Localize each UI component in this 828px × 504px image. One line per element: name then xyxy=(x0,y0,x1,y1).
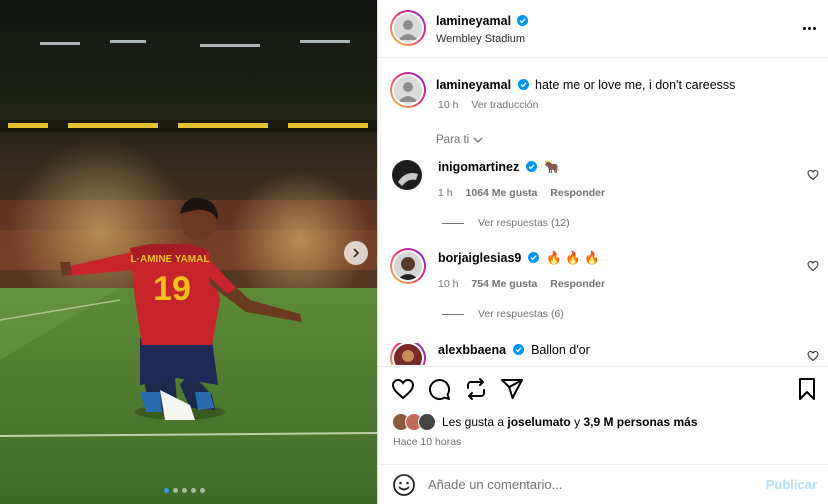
carousel-dot xyxy=(200,488,205,493)
add-comment-bar: Añade un comentario... Publicar xyxy=(378,464,828,504)
post-photo: L·AMINE YAMAL 19 xyxy=(0,0,377,504)
carousel-dot xyxy=(191,488,196,493)
verified-icon xyxy=(517,15,529,26)
emoji-icon[interactable] xyxy=(392,473,416,497)
instagram-post-view: L·AMINE YAMAL 19 lamineyamal Wembley Sta… xyxy=(0,0,828,504)
translate-link[interactable]: Ver traducción xyxy=(471,99,538,111)
comment-time[interactable]: 1 h xyxy=(438,187,453,199)
post-media[interactable]: L·AMINE YAMAL 19 xyxy=(0,0,377,504)
post-side-panel: lamineyamal Wembley Stadium lamineyamal xyxy=(377,0,828,504)
comment-sort-label: Para ti xyxy=(436,134,470,146)
likes-user[interactable]: joselumato xyxy=(507,415,570,429)
post-caption: lamineyamal hate me or love me, i don't … xyxy=(436,78,816,92)
comment-text: 🐂 xyxy=(544,160,560,174)
liker-avatars xyxy=(392,413,438,431)
heart-icon[interactable] xyxy=(807,260,819,272)
heart-icon[interactable] xyxy=(807,350,819,362)
likes-connector: y xyxy=(574,415,581,429)
author-avatar[interactable] xyxy=(390,10,426,46)
heart-icon[interactable] xyxy=(807,169,819,181)
default-avatar-icon xyxy=(394,76,422,104)
comment-likes[interactable]: 754 Me gusta xyxy=(471,278,537,290)
view-replies-label: Ver respuestas (12) xyxy=(478,217,570,229)
verified-icon xyxy=(517,79,529,90)
caption-username[interactable]: lamineyamal xyxy=(436,78,511,92)
carousel-next-button[interactable] xyxy=(344,241,368,265)
likes-summary[interactable]: Les gusta a joselumato y 3,9 M personas … xyxy=(392,413,698,431)
chevron-down-icon xyxy=(473,137,483,143)
posted-ago: Hace 10 horas xyxy=(393,436,462,448)
verified-icon xyxy=(527,252,539,263)
comment-input[interactable]: Añade un comentario... xyxy=(428,477,562,492)
view-replies-label: Ver respuestas (6) xyxy=(478,308,564,320)
caption-text: hate me or love me, i don't careesss xyxy=(535,78,736,92)
share-icon[interactable] xyxy=(464,377,488,401)
comment-sort-dropdown[interactable]: Para ti xyxy=(436,134,483,146)
heart-icon[interactable] xyxy=(391,377,415,401)
commenter-avatar[interactable] xyxy=(390,248,426,284)
carousel-dot xyxy=(164,488,169,493)
comment-meta: 1 h 1064 Me gusta Responder xyxy=(438,187,605,199)
view-replies-button[interactable]: Ver respuestas (12) xyxy=(442,217,570,229)
caption-meta: 10 h Ver traducción xyxy=(438,99,538,111)
caption-time[interactable]: 10 h xyxy=(438,99,458,111)
commenter-username[interactable]: inigomartinez xyxy=(438,160,519,174)
publish-button[interactable]: Publicar xyxy=(766,477,817,492)
chevron-right-icon xyxy=(353,248,360,258)
verified-icon xyxy=(525,161,537,172)
carousel-indicator xyxy=(164,488,205,493)
post-location[interactable]: Wembley Stadium xyxy=(436,33,525,45)
post-actions xyxy=(378,366,828,412)
send-icon[interactable] xyxy=(500,377,524,401)
carousel-dot xyxy=(182,488,187,493)
svg-text:L·AMINE YAMAL: L·AMINE YAMAL xyxy=(131,254,210,265)
svg-text:19: 19 xyxy=(153,270,191,308)
comment-item: alexbbaena Ballon d'or xyxy=(378,343,828,365)
author-username[interactable]: lamineyamal xyxy=(436,14,511,28)
commenter-username[interactable]: alexbbaena xyxy=(438,343,506,357)
commenter-avatar[interactable] xyxy=(392,160,422,190)
reply-button[interactable]: Responder xyxy=(550,278,605,290)
likes-prefix: Les gusta a xyxy=(442,415,505,429)
carousel-dot xyxy=(173,488,178,493)
caption-author-avatar[interactable] xyxy=(390,72,426,108)
comment-meta: 10 h 754 Me gusta Responder xyxy=(438,278,605,290)
comment-text: Ballon d'or xyxy=(531,343,590,357)
verified-icon xyxy=(512,344,524,355)
avatar-photo xyxy=(394,252,422,280)
commenter-username[interactable]: borjaiglesias9 xyxy=(438,251,521,265)
more-options-icon[interactable] xyxy=(799,20,819,36)
avatar-photo xyxy=(392,160,422,190)
avatar-photo xyxy=(394,344,422,365)
commenter-avatar[interactable] xyxy=(390,343,426,365)
comment-time[interactable]: 10 h xyxy=(438,278,458,290)
reply-button[interactable]: Responder xyxy=(550,187,605,199)
default-avatar-icon xyxy=(394,14,422,42)
view-replies-button[interactable]: Ver respuestas (6) xyxy=(442,308,564,320)
comment-likes[interactable]: 1064 Me gusta xyxy=(466,187,538,199)
comment-text: 🔥 🔥 🔥 xyxy=(546,251,600,265)
post-header: lamineyamal Wembley Stadium xyxy=(378,0,828,58)
comment-icon[interactable] xyxy=(427,377,451,401)
save-icon[interactable] xyxy=(795,377,819,401)
likes-others[interactable]: 3,9 M personas más xyxy=(583,415,697,429)
